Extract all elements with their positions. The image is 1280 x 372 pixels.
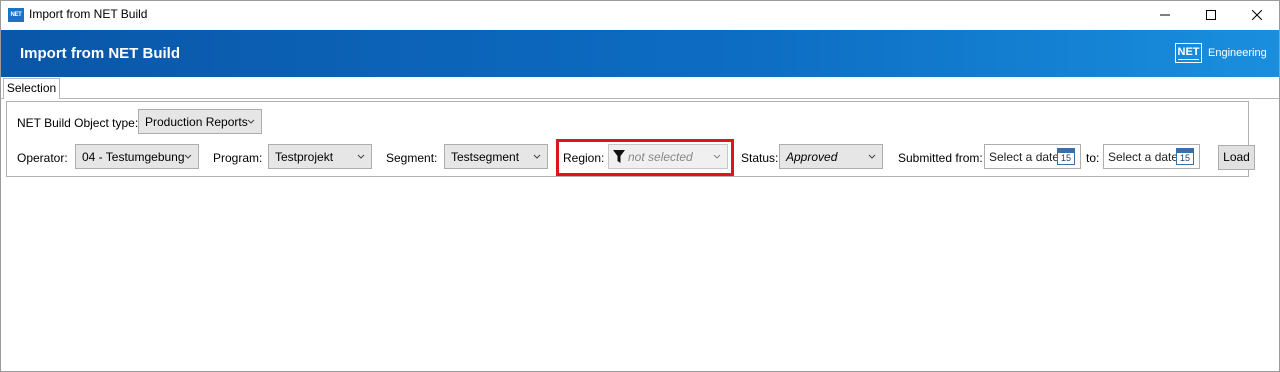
status-label: Status: [741, 151, 779, 165]
minimize-button[interactable] [1142, 0, 1188, 30]
load-button[interactable]: Load [1218, 145, 1255, 170]
region-highlight-box [556, 139, 734, 176]
title-bar: NET Import from NET Build [0, 0, 1280, 30]
operator-label: Operator: [17, 151, 68, 165]
close-button[interactable] [1234, 0, 1280, 30]
chevron-down-icon [184, 154, 192, 159]
program-label: Program: [213, 151, 263, 165]
submitted-to-date-picker[interactable]: Select a date 15 [1103, 144, 1200, 169]
window-title: Import from NET Build [29, 7, 148, 21]
header-banner: Import from NET Build NET Engineering [0, 30, 1280, 77]
app-icon: NET [8, 8, 24, 22]
close-icon [1252, 10, 1262, 20]
tab-strip: Selection [0, 77, 1280, 99]
logo-text: Engineering [1208, 47, 1267, 59]
chevron-down-icon [357, 154, 365, 159]
submitted-to-label: to: [1086, 151, 1100, 165]
logo-mark: NET [1175, 43, 1202, 63]
calendar-icon[interactable]: 15 [1176, 148, 1194, 165]
program-dropdown[interactable]: Testprojekt [268, 144, 372, 169]
operator-value: 04 - Testumgebung [82, 150, 185, 164]
tab-divider [0, 98, 3, 99]
logo-underline [1178, 59, 1199, 60]
calendar-icon[interactable]: 15 [1057, 148, 1075, 165]
chevron-down-icon [247, 119, 255, 124]
segment-dropdown[interactable]: Testsegment [444, 144, 548, 169]
submitted-from-date-picker[interactable]: Select a date 15 [984, 144, 1081, 169]
object-type-label: NET Build Object type: [17, 116, 139, 130]
object-type-dropdown[interactable]: Production Reports [138, 109, 262, 134]
segment-value: Testsegment [451, 150, 520, 164]
status-value: Approved [786, 150, 838, 164]
segment-label: Segment: [386, 151, 438, 165]
status-dropdown[interactable]: Approved [779, 144, 883, 169]
object-type-value: Production Reports [145, 115, 248, 129]
chevron-down-icon [533, 154, 541, 159]
chevron-down-icon [868, 154, 876, 159]
banner-title: Import from NET Build [20, 45, 180, 62]
maximize-icon [1206, 10, 1216, 20]
tab-selection[interactable]: Selection [3, 78, 60, 99]
submitted-from-placeholder: Select a date [989, 150, 1060, 164]
program-value: Testprojekt [275, 150, 334, 164]
tab-divider [60, 98, 1280, 99]
submitted-from-label: Submitted from: [898, 151, 983, 165]
operator-dropdown[interactable]: 04 - Testumgebung [75, 144, 199, 169]
submitted-to-placeholder: Select a date [1108, 150, 1179, 164]
minimize-icon [1160, 14, 1170, 16]
maximize-button[interactable] [1188, 0, 1234, 30]
